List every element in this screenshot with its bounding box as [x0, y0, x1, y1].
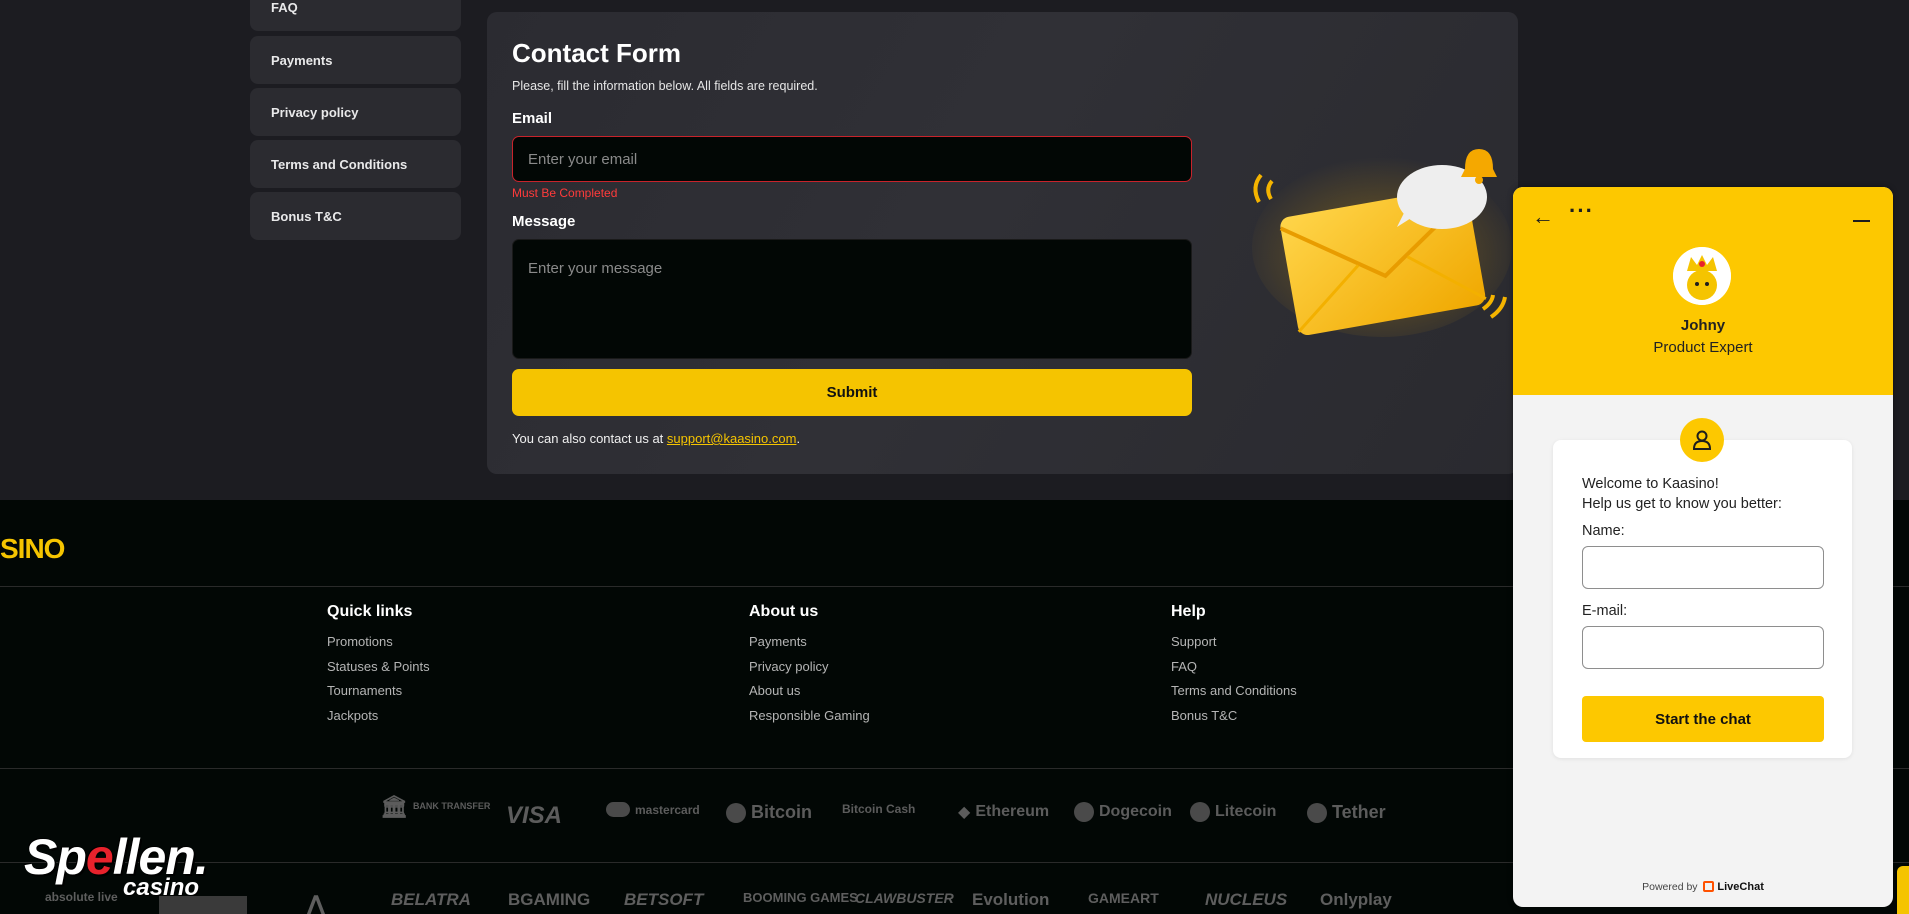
agent-role: Product Expert	[1653, 339, 1753, 356]
powered-by[interactable]: Powered by LiveChat	[1513, 881, 1893, 893]
email-field[interactable]: Enter your email	[512, 136, 1192, 182]
chat-header: ← ··· Johny Product Expert	[1513, 187, 1893, 395]
contact-form-title: Contact Form	[512, 38, 681, 68]
payment-litecoin: Litecoin	[1190, 802, 1276, 822]
support-email-link[interactable]: support@kaasino.com	[667, 431, 797, 446]
footer-logo[interactable]: SINO	[0, 533, 65, 565]
footer-col-about-us: About us Payments Privacy policy About u…	[749, 603, 870, 732]
payment-bank-transfer: 🏛 BANK TRANSFER	[380, 794, 491, 819]
provider-belatra: BELATRA	[391, 890, 471, 909]
footer-link-bonus-tc[interactable]: Bonus T&C	[1171, 708, 1297, 733]
payment-dogecoin: Dogecoin	[1074, 802, 1172, 822]
footer-link-terms[interactable]: Terms and Conditions	[1171, 683, 1297, 708]
footer-link-privacy-policy[interactable]: Privacy policy	[749, 659, 870, 684]
sidebar-item-payments[interactable]: Payments	[250, 36, 461, 84]
user-icon-glyph	[1692, 430, 1712, 450]
provider-booming-games: BOOMING GAMES	[743, 890, 858, 905]
sidebar-item-label: FAQ	[271, 0, 298, 15]
side-tab[interactable]	[1897, 866, 1909, 914]
provider-gameart: GAMEART	[1088, 890, 1159, 906]
footer-link-responsible-gaming[interactable]: Responsible Gaming	[749, 708, 870, 733]
user-icon	[1680, 418, 1724, 462]
footer-link-tournaments[interactable]: Tournaments	[327, 683, 430, 708]
footer-col-help: Help Support FAQ Terms and Conditions Bo…	[1171, 603, 1297, 732]
sidebar-item-faq[interactable]: FAQ	[250, 0, 461, 31]
name-label: Name:	[1582, 523, 1625, 539]
agent-name: Johny	[1680, 317, 1726, 334]
livechat-widget: ← ··· Johny Product Expert Welcome to Ka…	[1513, 187, 1893, 907]
contact-note-suffix: .	[796, 431, 801, 446]
provider-evolution: Evolution	[972, 890, 1050, 909]
sidebar-item-terms[interactable]: Terms and Conditions	[250, 140, 461, 188]
provider-betsoft: BETSOFT	[624, 890, 704, 909]
sidebar-item-label: Privacy policy	[271, 104, 359, 120]
chat-email-label: E-mail:	[1582, 603, 1628, 619]
livechat-logo-icon	[1703, 881, 1715, 892]
footer-link-jackpots[interactable]: Jackpots	[327, 708, 430, 733]
footer-link-payments[interactable]: Payments	[749, 634, 870, 659]
envelope-illustration	[1252, 149, 1512, 337]
name-input[interactable]	[1582, 546, 1824, 589]
agent-avatar-icon	[1673, 247, 1731, 305]
chat-email-input[interactable]	[1582, 626, 1824, 669]
welcome-message: Welcome to Kaasino! Help us get to know …	[1582, 474, 1782, 514]
provider-logo-a: ⋀	[305, 890, 327, 914]
footer-link-promotions[interactable]: Promotions	[327, 634, 430, 659]
sidebar-item-label: Bonus T&C	[271, 208, 342, 224]
sidebar-item-bonus-tc[interactable]: Bonus T&C	[250, 192, 461, 240]
email-label: Email	[512, 110, 553, 127]
contact-form-intro: Please, fill the information below. All …	[512, 79, 818, 93]
message-field[interactable]: Enter your message	[512, 239, 1192, 359]
payment-mastercard: mastercard	[606, 802, 700, 817]
provider-nucleus: NUCLEUS	[1205, 890, 1288, 909]
powered-by-brand: LiveChat	[1717, 881, 1764, 893]
contact-form-card: Contact Form Please, fill the informatio…	[487, 12, 1518, 474]
sidebar-item-label: Payments	[271, 52, 333, 68]
footer-col-title: Quick links	[327, 603, 413, 620]
email-error-message: Must Be Completed	[512, 186, 618, 200]
more-dots-icon[interactable]: ···	[1569, 198, 1594, 224]
submit-button[interactable]: Submit	[512, 369, 1192, 416]
provider-bgaming: BGAMING	[508, 890, 591, 909]
contact-note-prefix: You can also contact us at	[512, 431, 667, 446]
agent-avatar	[1673, 247, 1731, 305]
provider-absolute-live: absolute live	[45, 890, 118, 904]
sidebar-item-label: Terms and Conditions	[271, 156, 408, 172]
prechat-form: Welcome to Kaasino! Help us get to know …	[1553, 440, 1852, 758]
message-label: Message	[512, 213, 576, 230]
welcome-line-2: Help us get to know you better:	[1582, 496, 1782, 512]
footer-link-faq[interactable]: FAQ	[1171, 659, 1297, 684]
footer-link-support[interactable]: Support	[1171, 634, 1297, 659]
provider-clawbuster: CLAWBUSTER	[855, 890, 954, 906]
message-placeholder: Enter your message	[528, 260, 663, 277]
footer-col-title: Help	[1171, 603, 1206, 620]
welcome-line-1: Welcome to Kaasino!	[1582, 476, 1719, 492]
payment-ethereum: ◆ Ethereum	[958, 803, 1050, 821]
contact-note: You can also contact us at support@kaasi…	[512, 431, 800, 446]
start-chat-button[interactable]: Start the chat	[1582, 696, 1824, 742]
footer-link-about-us[interactable]: About us	[749, 683, 870, 708]
payment-tether: Tether	[1307, 802, 1386, 823]
provider-onlyplay: Onlyplay	[1320, 890, 1392, 909]
powered-by-text: Powered by	[1642, 881, 1698, 893]
payment-bitcoin-cash: Bitcoin Cash	[842, 802, 916, 816]
footer-link-statuses[interactable]: Statuses & Points	[327, 659, 430, 684]
sidebar-item-privacy-policy[interactable]: Privacy policy	[250, 88, 461, 136]
minimize-icon[interactable]	[1853, 220, 1870, 222]
payment-bitcoin: Bitcoin	[726, 802, 812, 823]
spellen-casino-sub: casino	[123, 874, 200, 901]
footer-col-quick-links: Quick links Promotions Statuses & Points…	[327, 603, 430, 732]
payment-visa: VISA	[506, 802, 563, 829]
email-placeholder: Enter your email	[528, 150, 638, 168]
arrow-left-icon[interactable]: ←	[1532, 204, 1554, 230]
footer-col-title: About us	[749, 603, 819, 620]
